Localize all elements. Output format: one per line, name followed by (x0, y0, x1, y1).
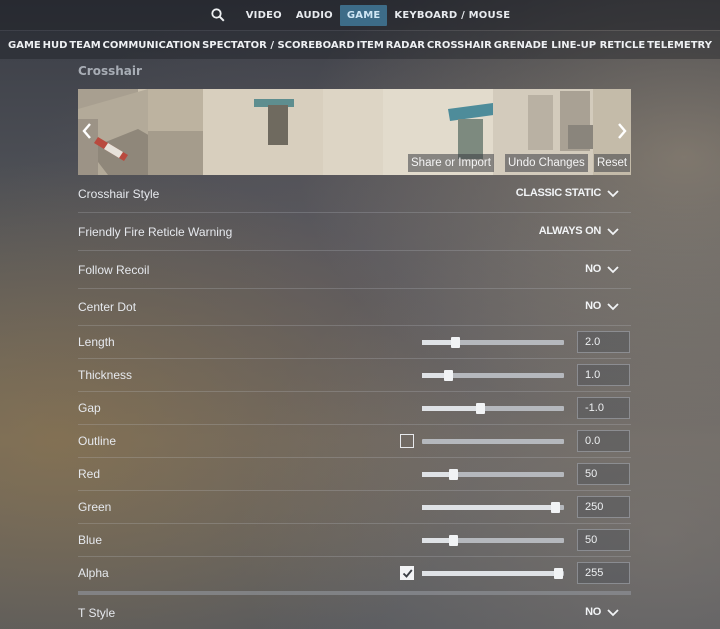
setting-label: Friendly Fire Reticle Warning (78, 225, 233, 239)
settings-subnav: GAME HUD TEAM COMMUNICATION SPECTATOR / … (0, 31, 720, 59)
setting-blue: Blue 50 (78, 524, 631, 557)
slider-handle[interactable] (554, 568, 564, 579)
alpha-value-field[interactable]: 255 (577, 562, 630, 584)
preview-prev-arrow[interactable] (78, 119, 96, 143)
search-icon[interactable] (203, 0, 233, 30)
gap-value-field[interactable]: -1.0 (577, 397, 630, 419)
red-slider[interactable] (422, 469, 564, 480)
setting-center-dot[interactable]: Center Dot NO (78, 289, 631, 326)
setting-red: Red 50 (78, 458, 631, 491)
length-value-field[interactable]: 2.0 (577, 331, 630, 353)
top-nav: VIDEO AUDIO GAME KEYBOARD / MOUSE (0, 0, 720, 30)
subtab-telemetry[interactable]: TELEMETRY (647, 40, 712, 51)
setting-gap: Gap -1.0 (78, 392, 631, 425)
slider-handle[interactable] (449, 469, 459, 480)
tab-video[interactable]: VIDEO (239, 5, 289, 26)
setting-label: Red (78, 467, 101, 481)
subtab-spectator-scoreboard[interactable]: SPECTATOR / SCOREBOARD (202, 40, 355, 51)
setting-green: Green 250 (78, 491, 631, 524)
alpha-slider[interactable] (422, 568, 564, 579)
tab-audio[interactable]: AUDIO (289, 5, 340, 26)
setting-label: Alpha (78, 566, 109, 580)
length-slider[interactable] (422, 337, 564, 348)
subtab-hud[interactable]: HUD (43, 40, 68, 51)
alpha-checkbox[interactable] (400, 566, 414, 580)
setting-outline: Outline 0.0 (78, 425, 631, 458)
red-value-field[interactable]: 50 (577, 463, 630, 485)
section-title: Crosshair (78, 64, 142, 78)
setting-label: Gap (78, 401, 101, 415)
setting-label: Crosshair Style (78, 187, 160, 201)
setting-label: Blue (78, 533, 103, 547)
preview-next-arrow[interactable] (613, 119, 631, 143)
setting-label: T Style (78, 606, 116, 620)
outline-value-field[interactable]: 0.0 (577, 430, 630, 452)
slider-handle[interactable] (443, 370, 453, 381)
slider-fill (422, 505, 556, 510)
outline-slider[interactable] (422, 439, 564, 444)
crosshair-preview: Share or Import Undo Changes Reset (78, 89, 631, 175)
slider-handle[interactable] (476, 403, 486, 414)
reset-button[interactable]: Reset (594, 154, 631, 172)
setting-friendly-fire-reticle-warning[interactable]: Friendly Fire Reticle Warning ALWAYS ON (78, 213, 631, 251)
chevron-down-icon[interactable] (607, 608, 619, 618)
slider-handle[interactable] (450, 337, 460, 348)
subtab-communication[interactable]: COMMUNICATION (103, 40, 201, 51)
subtab-game[interactable]: GAME (8, 40, 41, 51)
dropdown-value[interactable]: NO (585, 606, 601, 618)
green-slider[interactable] (422, 502, 564, 513)
thickness-value-field[interactable]: 1.0 (577, 364, 630, 386)
chevron-down-icon[interactable] (607, 265, 619, 275)
dropdown-value[interactable]: NO (585, 263, 601, 275)
setting-label: Thickness (78, 368, 133, 382)
subtab-team[interactable]: TEAM (69, 40, 100, 51)
thickness-slider[interactable] (422, 370, 564, 381)
chevron-down-icon[interactable] (607, 227, 619, 237)
dropdown-value[interactable]: CLASSIC STATIC (516, 187, 602, 199)
gap-slider[interactable] (422, 403, 564, 414)
slider-handle[interactable] (551, 502, 561, 513)
slider-handle[interactable] (449, 535, 459, 546)
chevron-down-icon[interactable] (607, 189, 619, 199)
setting-label: Outline (78, 434, 117, 448)
share-import-button[interactable]: Share or Import (408, 154, 494, 172)
blue-slider[interactable] (422, 535, 564, 546)
setting-thickness: Thickness 1.0 (78, 359, 631, 392)
section-divider (78, 591, 631, 595)
subtab-item[interactable]: ITEM (357, 40, 384, 51)
dropdown-value[interactable]: ALWAYS ON (539, 225, 602, 237)
tab-keyboard-mouse[interactable]: KEYBOARD / MOUSE (387, 5, 517, 26)
slider-fill (422, 406, 481, 411)
setting-label: Center Dot (78, 300, 137, 314)
undo-changes-button[interactable]: Undo Changes (505, 154, 588, 172)
checkmark-icon (402, 568, 413, 578)
dropdown-value[interactable]: NO (585, 300, 601, 312)
setting-t-style[interactable]: T Style NO (78, 597, 631, 629)
blue-value-field[interactable]: 50 (577, 529, 630, 551)
setting-crosshair-style[interactable]: Crosshair Style CLASSIC STATIC (78, 175, 631, 213)
chevron-down-icon[interactable] (607, 302, 619, 312)
subtab-grenade-lineup-reticle[interactable]: GRENADE LINE-UP RETICLE (494, 40, 645, 51)
setting-label: Green (78, 500, 112, 514)
setting-length: Length 2.0 (78, 326, 631, 359)
setting-follow-recoil[interactable]: Follow Recoil NO (78, 251, 631, 289)
setting-label: Follow Recoil (78, 263, 150, 277)
subtab-radar[interactable]: RADAR (386, 40, 425, 51)
subtab-crosshair[interactable]: CROSSHAIR (427, 40, 492, 51)
setting-alpha: Alpha 255 (78, 557, 631, 590)
green-value-field[interactable]: 250 (577, 496, 630, 518)
outline-checkbox[interactable] (400, 434, 414, 448)
tab-game[interactable]: GAME (339, 4, 388, 26)
setting-label: Length (78, 335, 115, 349)
slider-fill (422, 571, 559, 576)
